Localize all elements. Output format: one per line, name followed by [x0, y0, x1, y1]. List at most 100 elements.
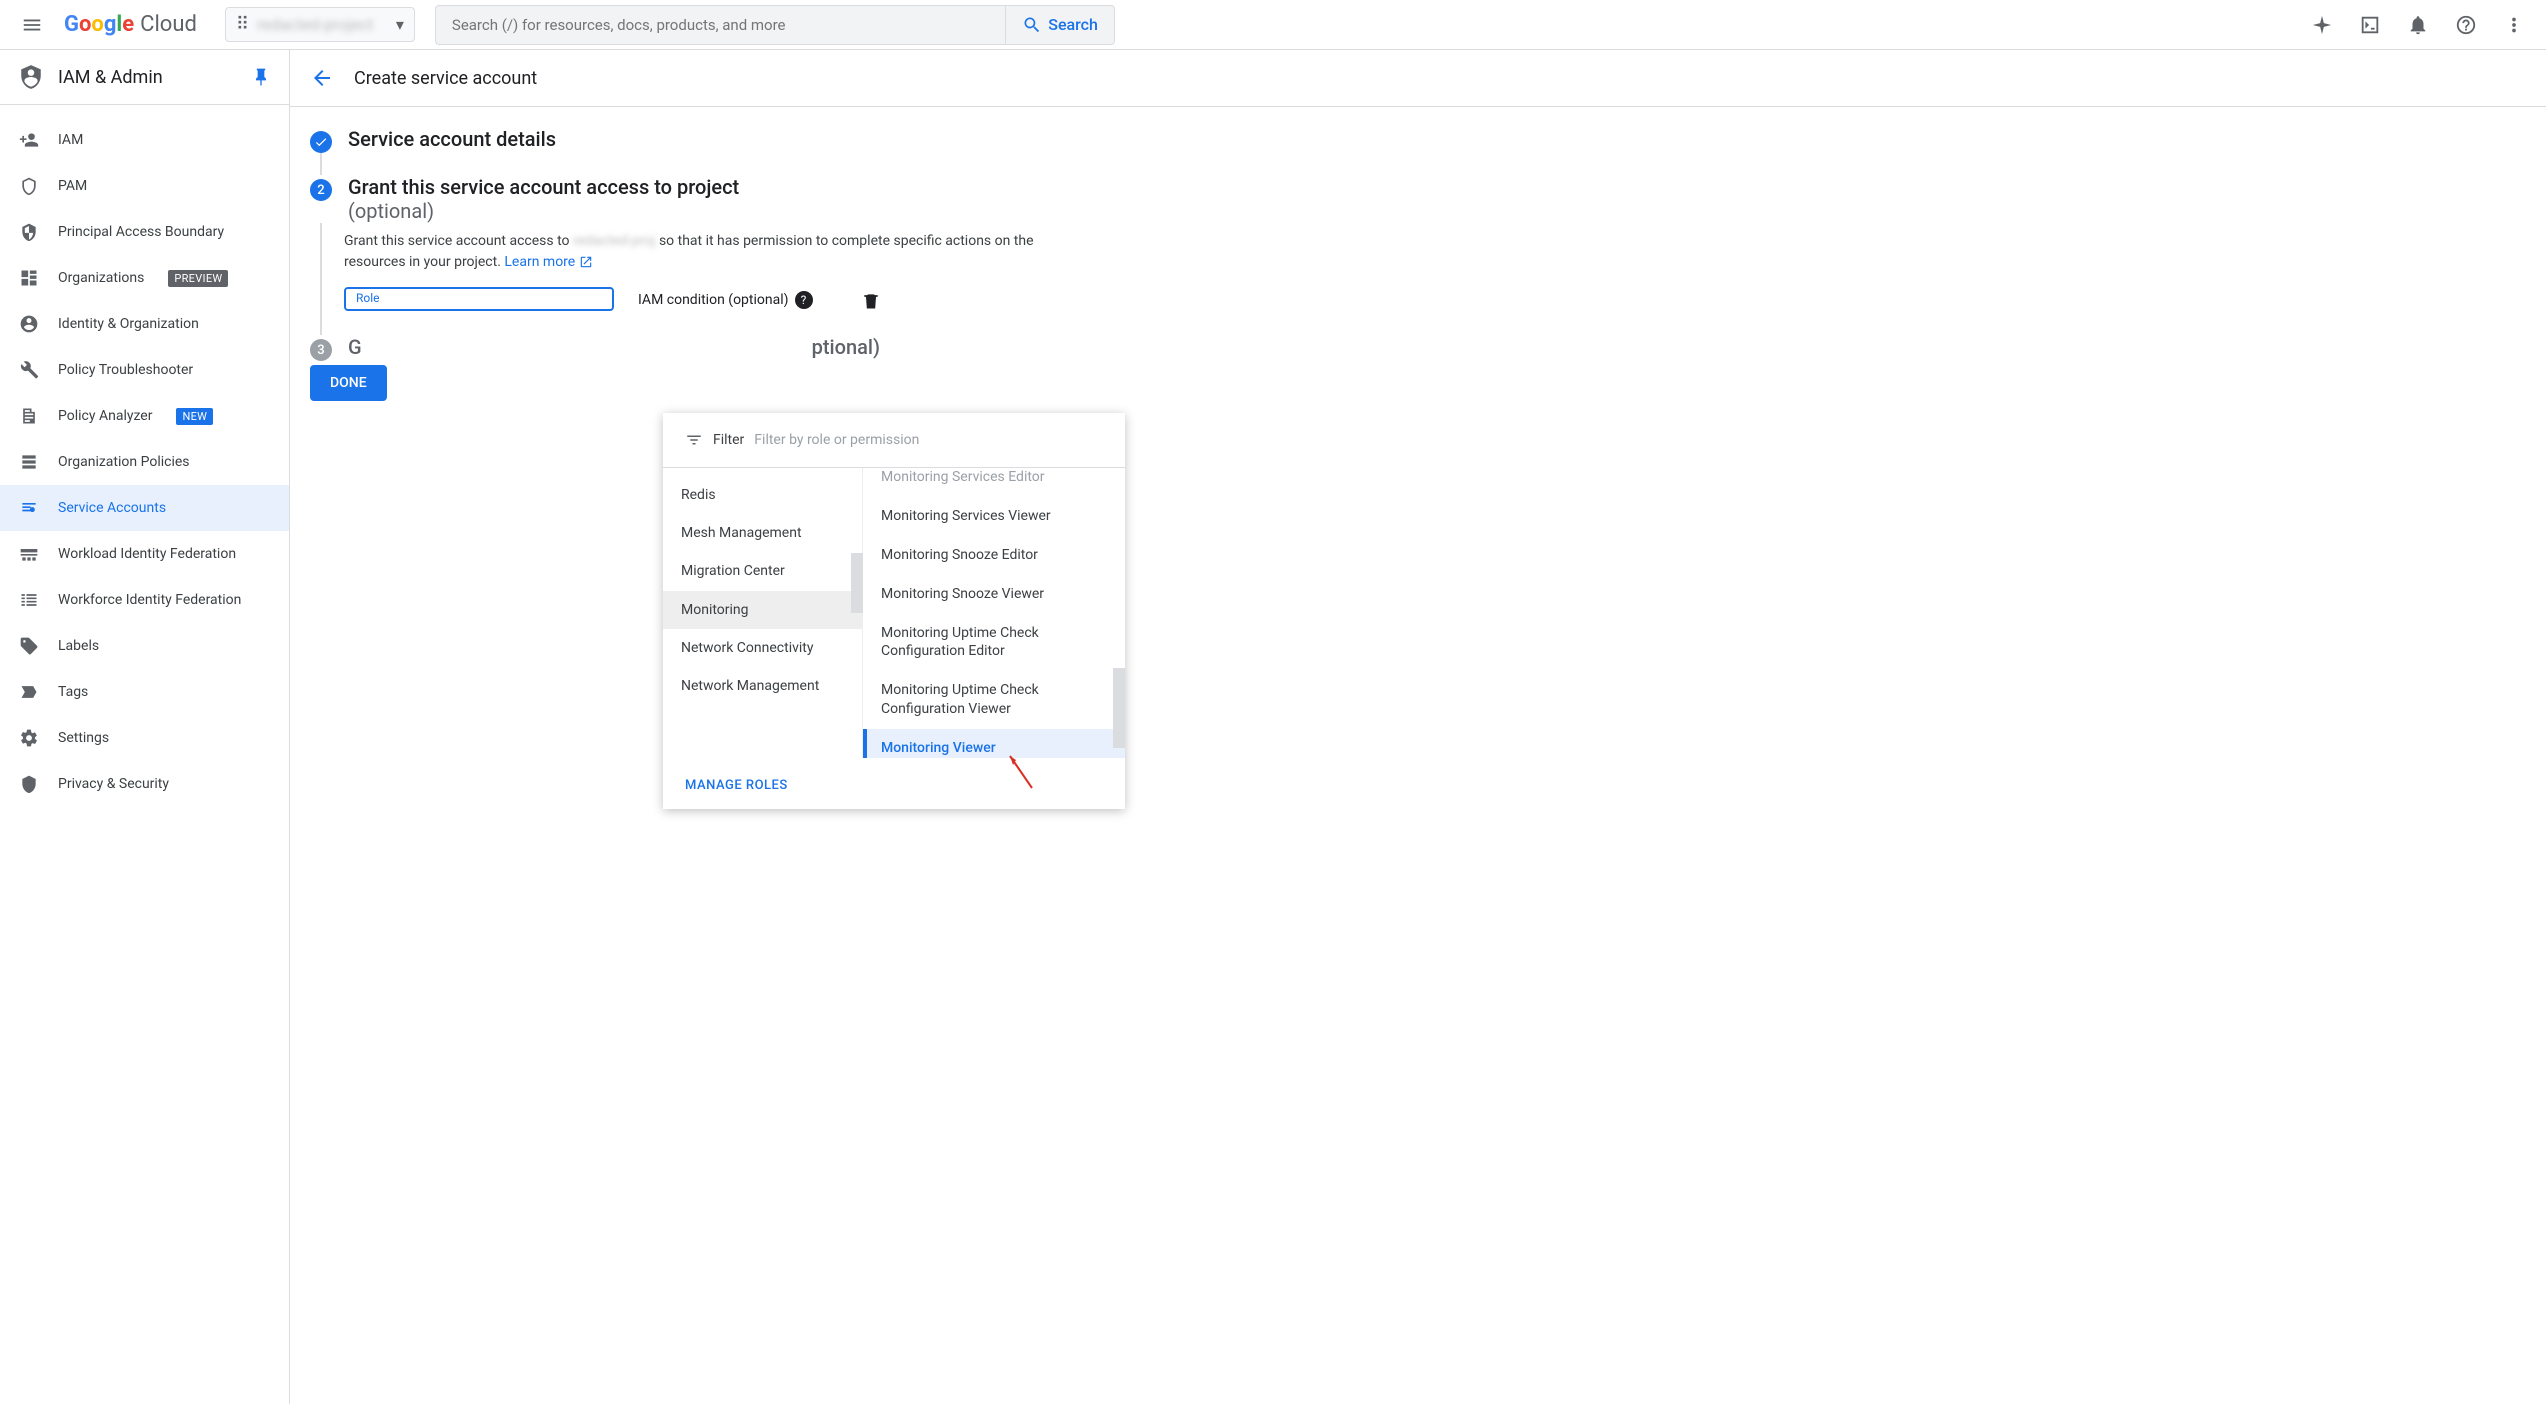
- service-account-icon: [18, 497, 40, 519]
- category-scrollbar[interactable]: [851, 553, 863, 613]
- search-bar: Search: [435, 5, 1115, 45]
- gemini-spark-icon[interactable]: [2310, 13, 2334, 37]
- role-category-item[interactable]: Monitoring: [663, 591, 862, 629]
- page-header: Create service account: [290, 50, 2546, 107]
- done-button[interactable]: DONE: [310, 365, 387, 401]
- role-option-item[interactable]: Monitoring Services Editor: [863, 468, 1125, 497]
- sidebar-item-label: Organizations: [58, 270, 144, 286]
- more-menu-icon[interactable]: [2502, 13, 2526, 37]
- sidebar-item-pam[interactable]: PAM: [0, 163, 289, 209]
- privacy-icon: [18, 773, 40, 795]
- iam-shield-icon: [18, 64, 44, 90]
- learn-more-link[interactable]: Learn more: [504, 254, 592, 270]
- sidebar-item-privacy-security[interactable]: Privacy & Security: [0, 761, 289, 807]
- gear-icon: [18, 727, 40, 749]
- sidebar-header: IAM & Admin: [0, 50, 289, 105]
- sidebar-item-organization-policies[interactable]: Organization Policies: [0, 439, 289, 485]
- role-select-field[interactable]: Role: [344, 287, 614, 311]
- sidebar-item-label: Labels: [58, 638, 99, 654]
- org-icon: [18, 267, 40, 289]
- role-option-list[interactable]: Monitoring Services EditorMonitoring Ser…: [863, 468, 1125, 758]
- caret-down-icon: ▾: [396, 15, 404, 34]
- person-add-icon: [18, 129, 40, 151]
- search-input[interactable]: [436, 16, 1005, 34]
- sidebar-title: IAM & Admin: [58, 67, 237, 88]
- project-name: redacted-project: [257, 15, 388, 34]
- sidebar-item-settings[interactable]: Settings: [0, 715, 289, 761]
- filter-placeholder: Filter by role or permission: [754, 432, 919, 448]
- step-2-description: Grant this service account access to red…: [344, 231, 1080, 273]
- step-2-optional: (optional): [348, 199, 739, 223]
- notifications-icon[interactable]: [2406, 13, 2430, 37]
- role-option-item[interactable]: Monitoring Snooze Editor: [863, 536, 1125, 575]
- sidebar-item-label: Settings: [58, 730, 109, 746]
- workforce-icon: [18, 589, 40, 611]
- top-utility-icons: [2310, 13, 2526, 37]
- sidebar-item-tags[interactable]: Tags: [0, 669, 289, 715]
- role-option-item[interactable]: Monitoring Uptime Check Configuration Vi…: [863, 671, 1125, 729]
- help-icon[interactable]: [2454, 13, 2478, 37]
- step-2-title: Grant this service account access to pro…: [348, 175, 739, 199]
- project-icon: ⠿: [236, 14, 249, 35]
- sidebar-item-labels[interactable]: Labels: [0, 623, 289, 669]
- role-filter-row[interactable]: Filter Filter by role or permission: [663, 413, 1125, 468]
- sidebar: IAM & Admin IAM PAM Principal Access Bound…: [0, 50, 290, 1404]
- sidebar-item-label: Organization Policies: [58, 454, 190, 470]
- role-category-item[interactable]: Network Management: [663, 667, 862, 705]
- sidebar-item-label: PAM: [58, 178, 87, 194]
- step-3-number: 3: [310, 339, 332, 361]
- sidebar-item-identity-organization[interactable]: Identity & Organization: [0, 301, 289, 347]
- sidebar-item-service-accounts[interactable]: Service Accounts: [0, 485, 289, 531]
- sidebar-item-workforce-identity-federation[interactable]: Workforce Identity Federation: [0, 577, 289, 623]
- sidebar-item-policy-troubleshooter[interactable]: Policy Troubleshooter: [0, 347, 289, 393]
- role-category-item[interactable]: Redis: [663, 476, 862, 514]
- role-option-item[interactable]: Monitoring Viewer: [863, 729, 1125, 758]
- sidebar-item-label: Workforce Identity Federation: [58, 592, 241, 608]
- role-category-item[interactable]: Migration Center: [663, 552, 862, 590]
- help-tooltip-icon[interactable]: ?: [795, 291, 813, 309]
- label-tag-icon: [18, 681, 40, 703]
- role-option-item[interactable]: Monitoring Services Viewer: [863, 497, 1125, 536]
- project-picker[interactable]: ⠿ redacted-project ▾: [225, 7, 415, 42]
- shield-outline-icon: [18, 175, 40, 197]
- back-arrow-icon[interactable]: [310, 66, 334, 90]
- sidebar-item-organizations[interactable]: OrganizationsPREVIEW: [0, 255, 289, 301]
- role-dropdown-panel: Filter Filter by role or permission Redi…: [663, 413, 1125, 809]
- role-category-item[interactable]: Mesh Management: [663, 514, 862, 552]
- iam-condition-label: IAM condition (optional) ?: [638, 291, 813, 309]
- delete-role-icon[interactable]: [861, 291, 881, 311]
- role-category-item[interactable]: Network Connectivity: [663, 629, 862, 667]
- sidebar-item-label: Identity & Organization: [58, 316, 199, 332]
- account-icon: [18, 313, 40, 335]
- search-button[interactable]: Search: [1005, 6, 1114, 44]
- tag-icon: [18, 635, 40, 657]
- cloud-shell-icon[interactable]: [2358, 13, 2382, 37]
- sidebar-item-iam[interactable]: IAM: [0, 117, 289, 163]
- sidebar-item-label: IAM: [58, 132, 83, 148]
- options-scrollbar[interactable]: [1113, 668, 1125, 748]
- sidebar-item-workload-identity-federation[interactable]: Workload Identity Federation: [0, 531, 289, 577]
- google-cloud-logo[interactable]: Google Cloud: [64, 12, 197, 37]
- pin-icon[interactable]: [251, 67, 271, 87]
- role-category-list[interactable]: RedisMesh ManagementMigration CenterMoni…: [663, 468, 863, 758]
- step-1[interactable]: Service account details: [310, 127, 2526, 153]
- step-2-body: Grant this service account access to red…: [320, 223, 1080, 335]
- step-1-check-icon: [310, 131, 332, 153]
- role-option-item[interactable]: Monitoring Snooze Viewer: [863, 575, 1125, 614]
- sidebar-item-label: Service Accounts: [58, 500, 166, 516]
- sidebar-item-principal-access-boundary[interactable]: Principal Access Boundary: [0, 209, 289, 255]
- hamburger-menu-icon[interactable]: [12, 5, 52, 45]
- sidebar-item-policy-analyzer[interactable]: Policy AnalyzerNEW: [0, 393, 289, 439]
- step-3[interactable]: 3 G ptional): [310, 335, 2526, 361]
- filter-label: Filter: [713, 432, 744, 448]
- boundary-icon: [18, 221, 40, 243]
- filter-icon: [685, 431, 703, 449]
- role-option-item[interactable]: Monitoring Uptime Check Configuration Ed…: [863, 614, 1125, 672]
- sidebar-item-label: Policy Analyzer: [58, 408, 152, 424]
- wrench-icon: [18, 359, 40, 381]
- policy-icon: [18, 451, 40, 473]
- manage-roles-link[interactable]: MANAGE ROLES: [685, 778, 788, 793]
- sidebar-item-label: Workload Identity Federation: [58, 546, 236, 562]
- sidebar-item-label: Privacy & Security: [58, 776, 169, 792]
- step-2-number: 2: [310, 179, 332, 201]
